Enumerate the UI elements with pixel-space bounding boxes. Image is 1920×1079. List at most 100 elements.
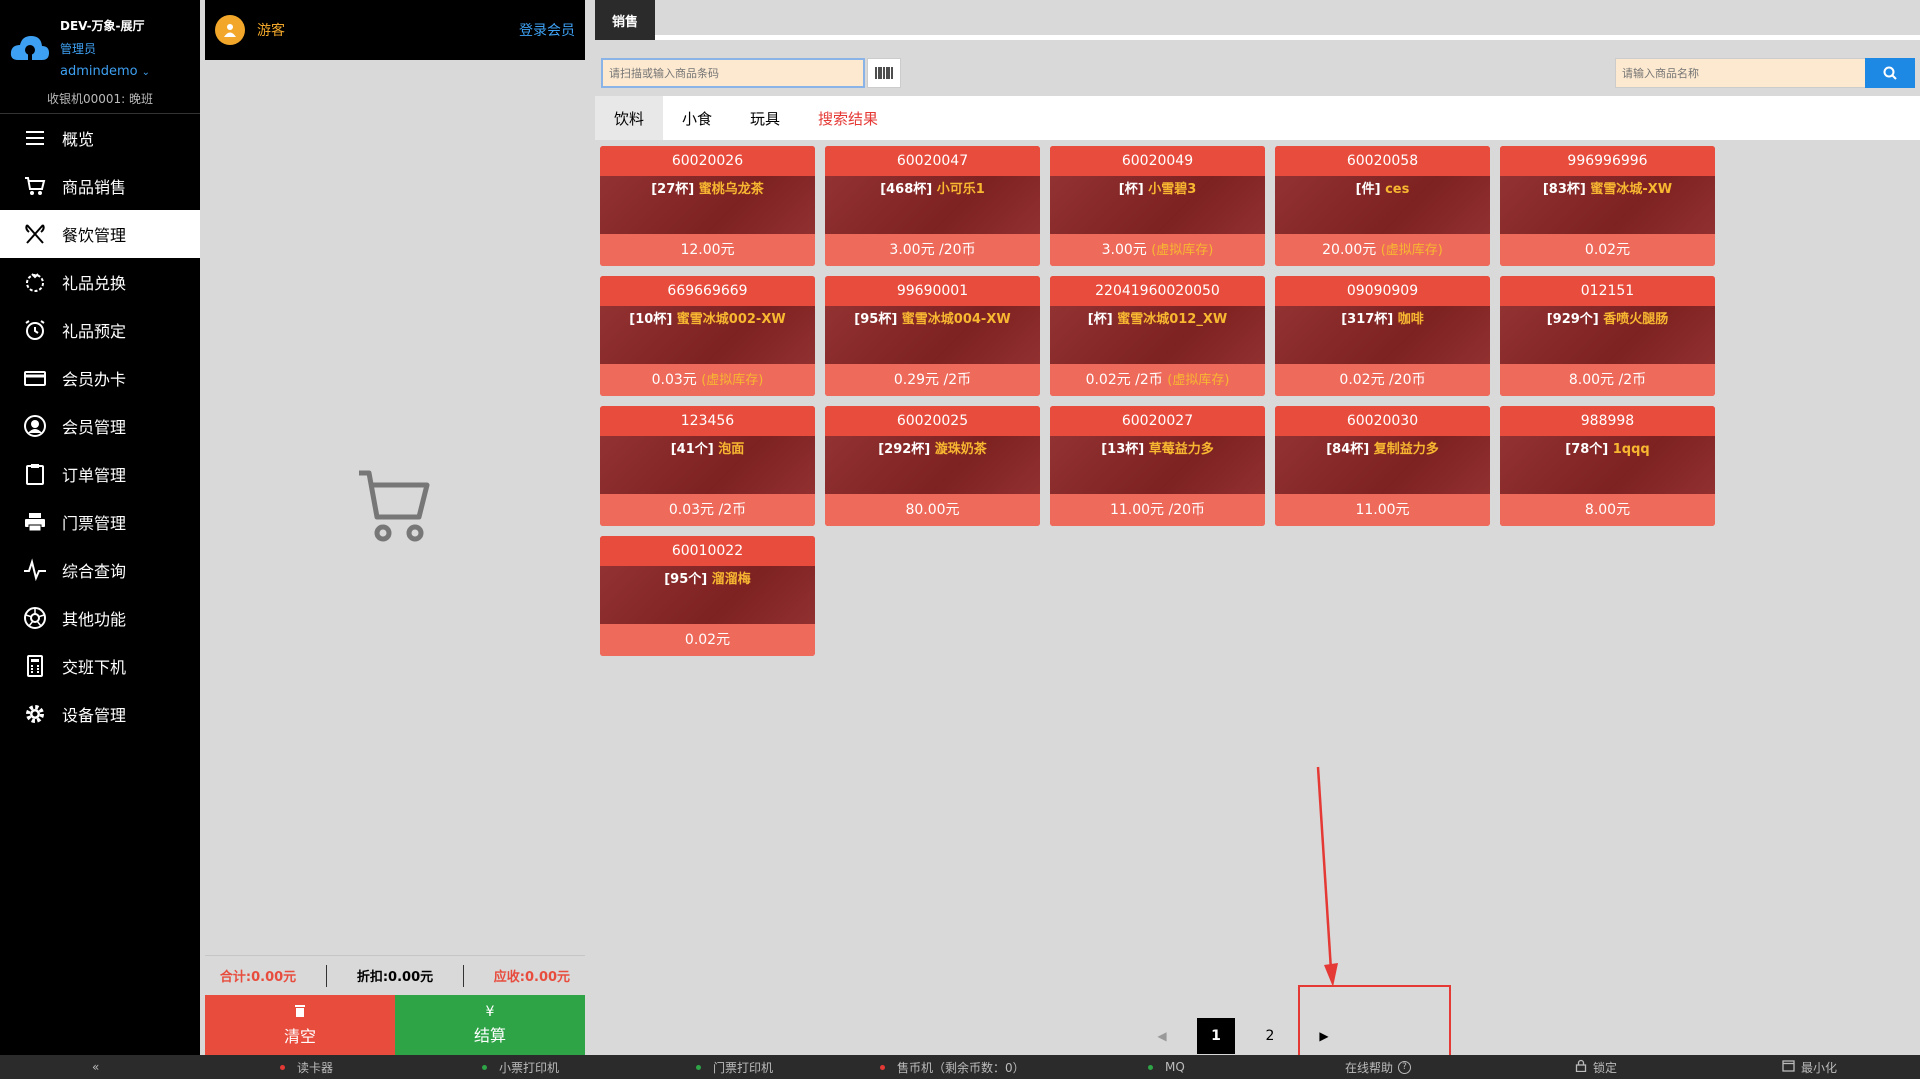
- product-stock: [84杯]: [1326, 442, 1370, 457]
- online-help-button[interactable]: 在线帮助?: [1345, 1055, 1412, 1079]
- product-info: [杯] 小雪碧3: [1050, 176, 1265, 234]
- tab-sales[interactable]: 销售: [595, 0, 655, 40]
- sidebar-item-order-management[interactable]: 订单管理: [0, 450, 200, 498]
- product-stock: [杯]: [1118, 182, 1144, 197]
- page-1-button[interactable]: 1: [1197, 1018, 1235, 1054]
- search-button[interactable]: [1865, 58, 1915, 88]
- main-area: 销售 饮料 小食 玩具 搜索结果 60020026[27杯] 蜜桃乌龙茶12.0…: [595, 0, 1920, 1055]
- product-price-row: 0.03元 /2币: [600, 494, 815, 526]
- next-page-button[interactable]: ▶: [1305, 1018, 1343, 1054]
- product-name-input[interactable]: [1615, 58, 1883, 88]
- clear-button[interactable]: 清空: [205, 995, 395, 1055]
- product-info: [317杯] 咖啡: [1275, 306, 1490, 364]
- collapse-sidebar-button[interactable]: «: [92, 1055, 99, 1079]
- avatar: [215, 15, 245, 45]
- product-stock: [78个]: [1565, 442, 1609, 457]
- product-card[interactable]: 012151 [929个] 香喷火腿肠 8.00元 /2币: [1500, 276, 1715, 396]
- barcode-scan-button[interactable]: [867, 58, 901, 88]
- product-code: 60020047: [825, 146, 1040, 176]
- product-name: 漩珠奶茶: [934, 442, 987, 457]
- sidebar-item-shift-handover[interactable]: 交班下机: [0, 642, 200, 690]
- product-card[interactable]: 99690001 [95杯] 蜜雪冰城004-XW 0.29元 /2币: [825, 276, 1040, 396]
- sidebar-item-member-card[interactable]: 会员办卡: [0, 354, 200, 402]
- status-label: MQ: [1165, 1060, 1185, 1074]
- product-card[interactable]: 60020058 [件] ces 20.00元 (虚拟库存): [1275, 146, 1490, 266]
- prev-page-button[interactable]: ◀: [1143, 1018, 1181, 1054]
- sidebar-item-overview[interactable]: 概览: [0, 114, 200, 162]
- sidebar-item-product-sales[interactable]: 商品销售: [0, 162, 200, 210]
- product-name: 香喷火腿肠: [1603, 312, 1669, 327]
- product-name: 小可乐1: [936, 182, 985, 197]
- virtual-stock-label: (虚拟库存): [1380, 243, 1443, 258]
- tab-search-results[interactable]: 搜索结果: [799, 96, 897, 140]
- sidebar-item-label: 餐饮管理: [62, 226, 127, 245]
- product-info: [件] ces: [1275, 176, 1490, 234]
- barcode-input[interactable]: [601, 58, 865, 88]
- product-card[interactable]: 60020049 [杯] 小雪碧3 3.00元 (虚拟库存): [1050, 146, 1265, 266]
- sidebar-item-gift-reservation[interactable]: 礼品预定: [0, 306, 200, 354]
- login-member-link[interactable]: 登录会员: [519, 20, 575, 40]
- sidebar: DEV-万象-展厅 管理员 admindemo ⌄ 收银机00001: 晚班 概览…: [0, 0, 200, 1055]
- product-price-row: 20.00元 (虚拟库存): [1275, 234, 1490, 266]
- product-info: [83杯] 蜜雪冰城-XW: [1500, 176, 1715, 234]
- product-code: 988998: [1500, 406, 1715, 436]
- sidebar-item-member-management[interactable]: 会员管理: [0, 402, 200, 450]
- product-stock: [杯]: [1087, 312, 1113, 327]
- product-card[interactable]: 60020026 [27杯] 蜜桃乌龙茶 12.00元: [600, 146, 815, 266]
- tab-drinks[interactable]: 饮料: [595, 96, 664, 140]
- user-dropdown[interactable]: admindemo ⌄: [60, 64, 150, 79]
- product-card[interactable]: 996996996 [83杯] 蜜雪冰城-XW 0.02元: [1500, 146, 1715, 266]
- sidebar-item-label: 综合查询: [62, 562, 127, 581]
- product-name: 1qqq: [1612, 442, 1650, 457]
- product-price: 0.29元 /2币: [893, 372, 972, 388]
- status-label: 在线帮助: [1345, 1060, 1394, 1075]
- product-card[interactable]: 60020030 [84杯] 复制益力多 11.00元: [1275, 406, 1490, 526]
- product-price-row: 12.00元: [600, 234, 815, 266]
- sidebar-item-query[interactable]: 综合查询: [0, 546, 200, 594]
- product-name: 蜜雪冰城012_XW: [1117, 312, 1228, 327]
- product-price: 20.00元: [1322, 242, 1377, 258]
- checkout-button[interactable]: ¥ 结算: [395, 995, 585, 1055]
- sidebar-item-catering[interactable]: 餐饮管理: [0, 210, 200, 258]
- category-tabs: 饮料 小食 玩具 搜索结果: [595, 96, 1920, 140]
- sidebar-item-device-management[interactable]: 设备管理: [0, 690, 200, 738]
- user-circle-icon: [22, 413, 48, 439]
- product-card[interactable]: 09090909 [317杯] 咖啡 0.02元 /20币: [1275, 276, 1490, 396]
- product-price: 0.03元 /2币: [668, 502, 747, 518]
- product-price-row: 80.00元: [825, 494, 1040, 526]
- tab-snacks[interactable]: 小食: [663, 96, 731, 140]
- page-2-button[interactable]: 2: [1251, 1018, 1289, 1054]
- product-card[interactable]: 60020025 [292杯] 漩珠奶茶 80.00元: [825, 406, 1040, 526]
- product-card[interactable]: 60020027 [13杯] 草莓益力多 11.00元 /20币: [1050, 406, 1265, 526]
- product-name: 蜜雪冰城-XW: [1590, 182, 1673, 197]
- product-stock: [468杯]: [880, 182, 933, 197]
- minimize-button[interactable]: 最小化: [1782, 1055, 1837, 1079]
- status-label: 小票打印机: [499, 1060, 560, 1075]
- sidebar-item-ticket-management[interactable]: 门票管理: [0, 498, 200, 546]
- product-card[interactable]: 60010022 [95个] 溜溜梅 0.02元: [600, 536, 815, 656]
- utensils-icon: [22, 221, 48, 247]
- product-info: [468杯] 小可乐1: [825, 176, 1040, 234]
- sidebar-item-other-functions[interactable]: 其他功能: [0, 594, 200, 642]
- barcode-icon: [875, 67, 893, 79]
- tab-toys[interactable]: 玩具: [731, 96, 799, 140]
- virtual-stock-label: (虚拟库存): [1151, 243, 1214, 258]
- status-label: 最小化: [1801, 1060, 1838, 1075]
- status-label: 锁定: [1593, 1060, 1618, 1075]
- product-price-row: 0.02元: [1500, 234, 1715, 266]
- product-card[interactable]: 123456 [41个] 泡面 0.03元 /2币: [600, 406, 815, 526]
- sidebar-item-label: 礼品预定: [62, 322, 127, 341]
- yen-icon: ¥: [485, 1004, 495, 1020]
- product-code: 123456: [600, 406, 815, 436]
- product-card[interactable]: 669669669 [10杯] 蜜雪冰城002-XW 0.03元 (虚拟库存): [600, 276, 815, 396]
- user-icon: [224, 24, 236, 37]
- product-stock: [95个]: [664, 572, 708, 587]
- status-bar: « 读卡器 小票打印机 门票打印机 售币机（剩余币数：0） MQ 在线帮助? 锁…: [0, 1055, 1920, 1079]
- cloud-logo-icon: [10, 36, 49, 60]
- product-card[interactable]: 22041960020050 [杯] 蜜雪冰城012_XW 0.02元 /2币 (虚…: [1050, 276, 1265, 396]
- product-card[interactable]: 988998 [78个] 1qqq 8.00元: [1500, 406, 1715, 526]
- product-card[interactable]: 60020047 [468杯] 小可乐1 3.00元 /20币: [825, 146, 1040, 266]
- user-role: 管理员: [60, 42, 97, 56]
- lock-button[interactable]: 锁定: [1575, 1055, 1617, 1079]
- sidebar-item-gift-exchange[interactable]: 礼品兑换: [0, 258, 200, 306]
